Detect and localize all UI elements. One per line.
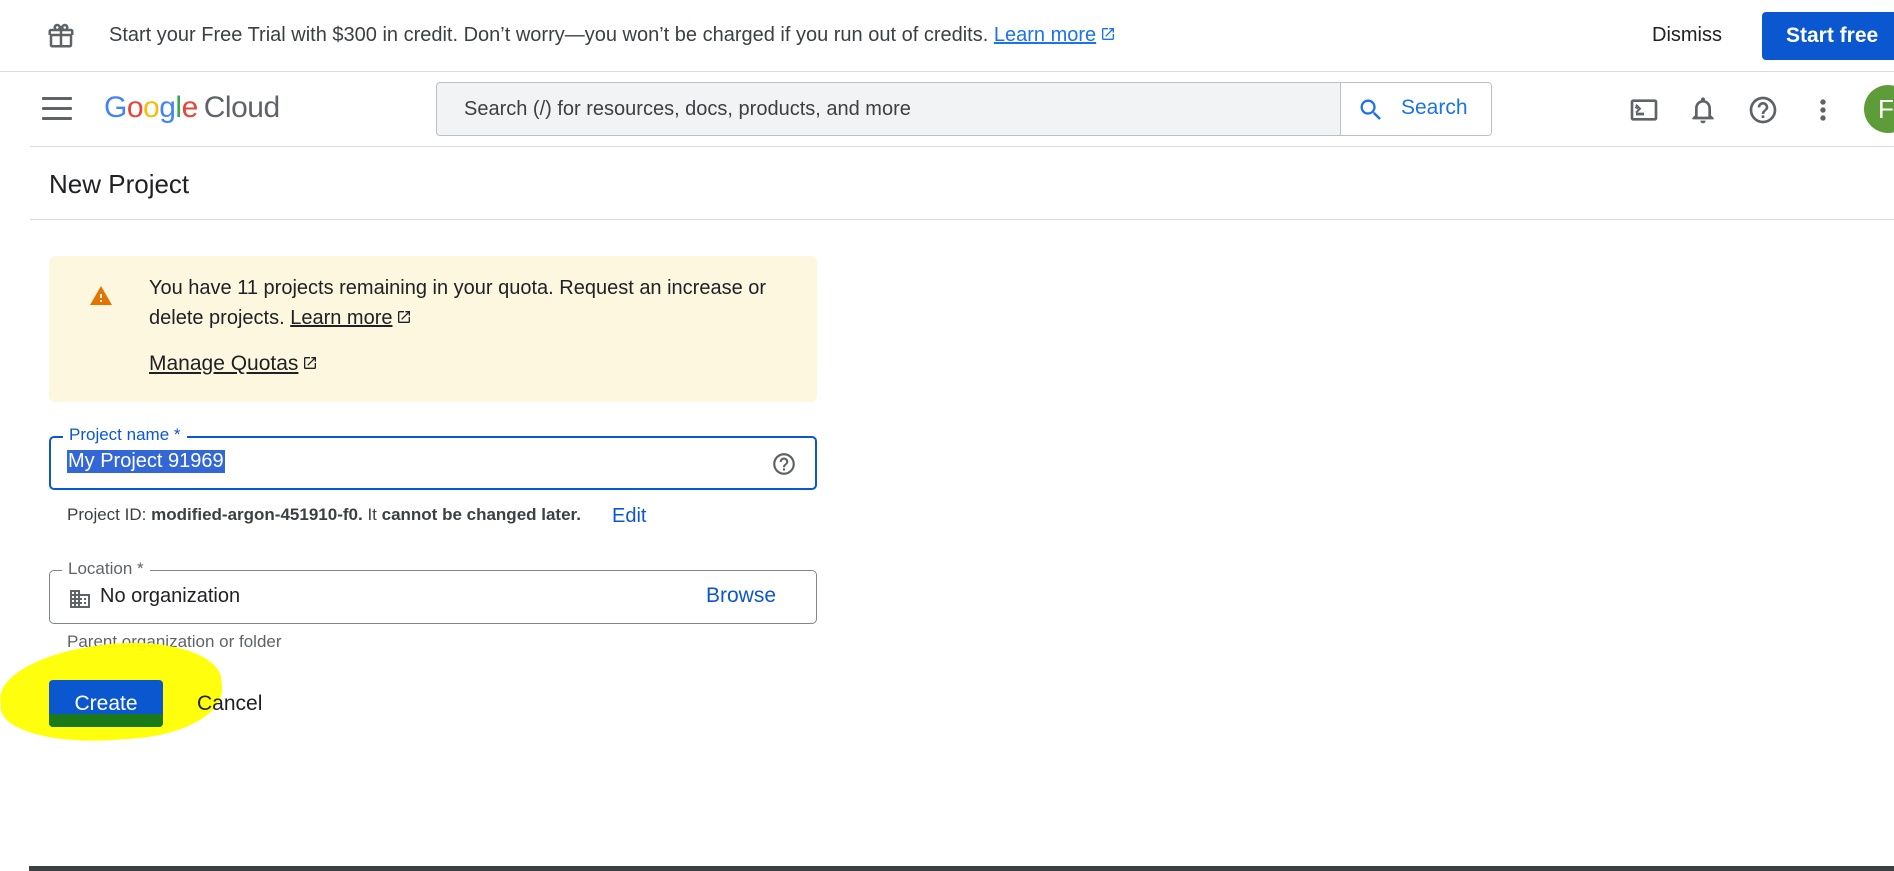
project-name-input[interactable]: My Project 91969 [67, 450, 225, 473]
location-label: Location * [62, 559, 150, 579]
free-trial-text: Start your Free Trial with $300 in credi… [109, 24, 1116, 47]
project-id-value: modified-argon-451910-f0. [151, 505, 363, 524]
project-id-prefix: Project ID: [67, 505, 147, 524]
free-trial-banner: Start your Free Trial with $300 in credi… [0, 0, 1894, 72]
logo-letter: o [143, 91, 160, 124]
free-trial-message: Start your Free Trial with $300 in credi… [109, 24, 989, 46]
logo-letter: e [181, 91, 199, 124]
location-value: No organization [100, 585, 241, 607]
bottom-edge-bar [29, 866, 1894, 871]
logo-letter: G [104, 91, 127, 124]
help-icon[interactable] [1747, 94, 1779, 126]
help-icon[interactable] [771, 451, 797, 477]
cloud-shell-icon[interactable] [1628, 94, 1660, 126]
location-field[interactable]: Location * No organization Browse [49, 559, 817, 624]
quota-learn-more-link[interactable]: Learn more [290, 307, 412, 329]
account-avatar[interactable]: F [1864, 85, 1894, 133]
quota-warning: You have 11 projects remaining in your q… [49, 256, 817, 402]
create-button[interactable]: Create [49, 680, 163, 727]
quota-learn-more-label: Learn more [290, 307, 393, 329]
browse-button[interactable]: Browse [706, 584, 776, 608]
project-id-warning: cannot be changed later. [381, 505, 581, 524]
search-bar: Search [436, 82, 1492, 136]
logo-letter: o [126, 91, 144, 124]
dismiss-button[interactable]: Dismiss [1652, 24, 1722, 47]
logo-cloud-text: Cloud [203, 91, 280, 124]
external-link-icon [1102, 28, 1115, 40]
manage-quotas-label: Manage Quotas [149, 352, 299, 375]
project-id-info: Project ID: modified-argon-451910-f0. It… [67, 505, 581, 525]
external-link-icon [304, 357, 317, 369]
create-button-label: Create [74, 692, 138, 715]
search-button-label: Search [1401, 96, 1468, 119]
page-title: New Project [49, 169, 190, 199]
page-title-bar: New Project [30, 148, 1894, 220]
warning-icon [90, 286, 112, 305]
external-link-icon [398, 311, 411, 323]
project-name-field[interactable]: Project name * My Project 91969 [49, 425, 817, 490]
page: Start your Free Trial with $300 in credi… [0, 0, 1894, 871]
cancel-button[interactable]: Cancel [197, 692, 262, 716]
search-input[interactable] [437, 83, 1340, 135]
search-icon [1360, 99, 1381, 120]
more-vert-icon[interactable] [1807, 94, 1839, 126]
quota-warning-message: You have 11 projects remaining in your q… [149, 277, 767, 329]
manage-quotas-link[interactable]: Manage Quotas [149, 352, 318, 376]
start-free-button[interactable]: Start free [1762, 12, 1894, 60]
google-cloud-logo[interactable]: Google Cloud [104, 91, 280, 125]
gift-icon [48, 23, 74, 48]
edit-project-id-button[interactable]: Edit [612, 505, 646, 528]
main-menu-icon[interactable] [42, 97, 72, 121]
logo-letter: g [159, 91, 176, 124]
free-trial-learn-more-label: Learn more [993, 24, 1097, 46]
project-id-middle: It [367, 505, 377, 524]
top-header: GoogleCloud Search F [30, 73, 1894, 147]
free-trial-learn-more-link[interactable]: Learn more [994, 24, 1116, 46]
organization-icon [70, 590, 90, 608]
quota-warning-text: You have 11 projects remaining in your q… [149, 273, 789, 333]
notifications-icon[interactable] [1687, 94, 1719, 126]
project-name-label: Project name * [63, 425, 187, 445]
search-button[interactable]: Search [1340, 83, 1491, 135]
